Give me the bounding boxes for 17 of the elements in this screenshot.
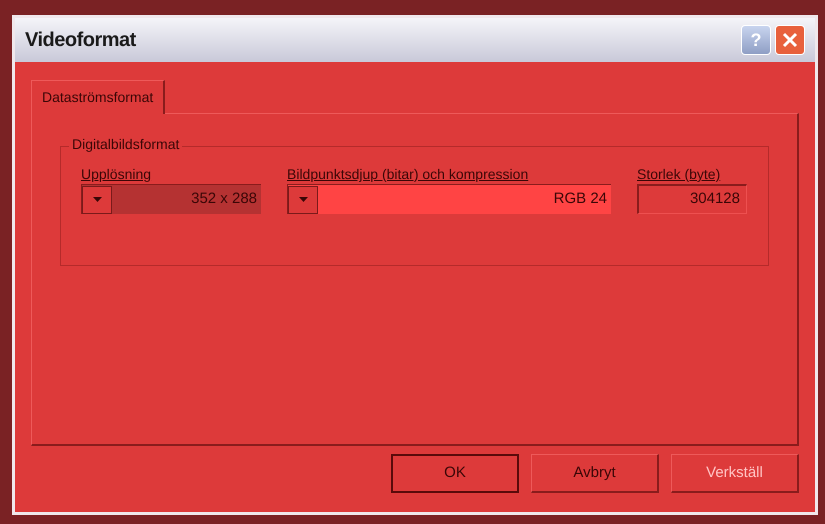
caret-icon xyxy=(298,197,308,202)
field-label: Upplösning xyxy=(81,167,152,181)
field-label: Bildpunktsdjup (bitar) och kompression xyxy=(287,167,530,181)
input-field[interactable]: 304128 xyxy=(637,184,747,214)
close-button[interactable] xyxy=(775,25,805,55)
dialog-button[interactable]: OK xyxy=(391,454,519,493)
dropdown-value: RGB 24 xyxy=(552,189,608,210)
close-icon xyxy=(782,32,798,48)
group-title: Digitalbildsformat xyxy=(69,137,182,151)
tab[interactable]: Dataströmsformat xyxy=(31,80,166,114)
dropdown-value: 352 x 288 xyxy=(190,189,258,210)
dialog-button[interactable]: Avbryt xyxy=(531,454,659,493)
dropdown-button[interactable] xyxy=(288,186,318,214)
dropdown[interactable]: RGB 24 xyxy=(287,184,611,214)
caret-icon xyxy=(92,197,102,202)
window-title: Videoformat xyxy=(25,28,136,53)
field-label: Storlek (byte) xyxy=(637,167,722,181)
